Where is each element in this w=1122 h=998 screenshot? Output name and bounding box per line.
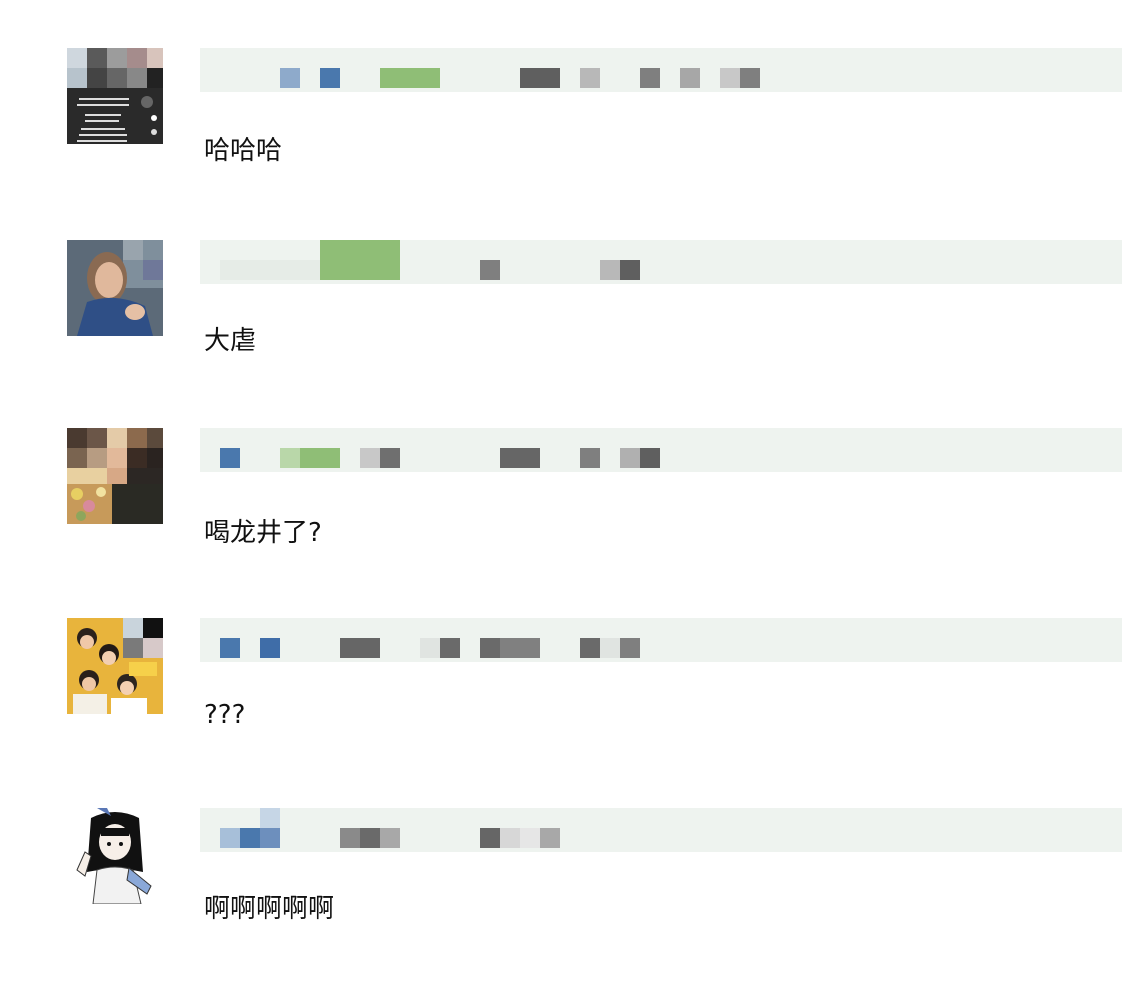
username-redacted [200,48,1122,92]
user-avatar[interactable] [67,618,163,714]
comment-item: 哈哈哈 [0,48,1122,238]
comment-item: 喝龙井了? [0,428,1122,618]
woman-portrait-avatar-icon [67,240,163,336]
comment-item: 啊啊啊啊啊 [0,808,1122,998]
comment-text: 喝龙井了? [204,518,322,548]
comment-text: ??? [204,700,246,730]
username-redacted [200,240,1122,284]
username-redacted [200,808,1122,852]
comment-item: 大虐 [0,240,1122,430]
anime-girl-avatar-icon [67,808,163,904]
username-redacted [200,428,1122,472]
flowers-portrait-avatar-icon [67,428,163,524]
group-photo-avatar-icon [67,618,163,714]
phone-screenshot-avatar-icon [67,48,163,144]
user-avatar[interactable] [67,48,163,144]
comment-item: ??? [0,618,1122,808]
username-redacted [200,618,1122,662]
comment-text: 啊啊啊啊啊 [204,894,335,924]
user-avatar[interactable] [67,428,163,524]
user-avatar[interactable] [67,240,163,336]
comment-text: 哈哈哈 [204,136,283,166]
comment-text: 大虐 [204,326,257,356]
user-avatar[interactable] [67,808,163,904]
